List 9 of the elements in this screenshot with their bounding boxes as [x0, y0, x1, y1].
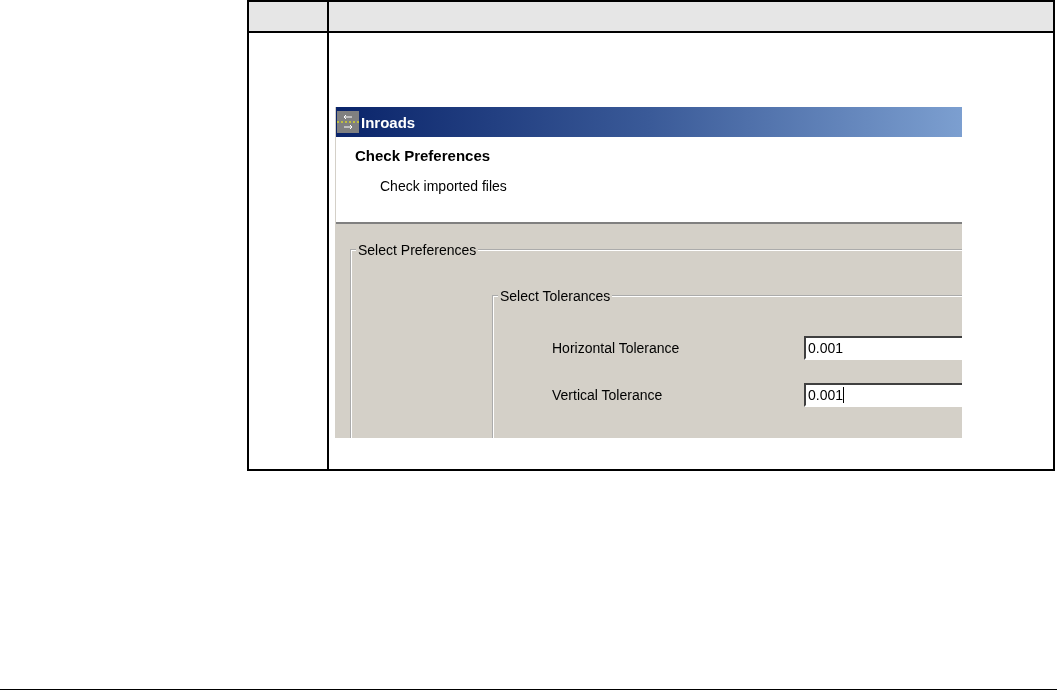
- page-heading: Check Preferences: [355, 147, 491, 164]
- field-label: Horizontal Tolerance: [552, 339, 681, 356]
- window-title: Inroads: [361, 113, 416, 131]
- group-legend: Select Tolerances: [498, 288, 613, 304]
- group-legend: Select Preferences: [356, 242, 479, 258]
- input-field[interactable]: 0.001: [804, 382, 962, 407]
- input-field[interactable]: 0.001: [804, 335, 962, 360]
- page-subheading: Check imported files: [380, 178, 507, 194]
- field-label: Vertical Tolerance: [552, 386, 664, 403]
